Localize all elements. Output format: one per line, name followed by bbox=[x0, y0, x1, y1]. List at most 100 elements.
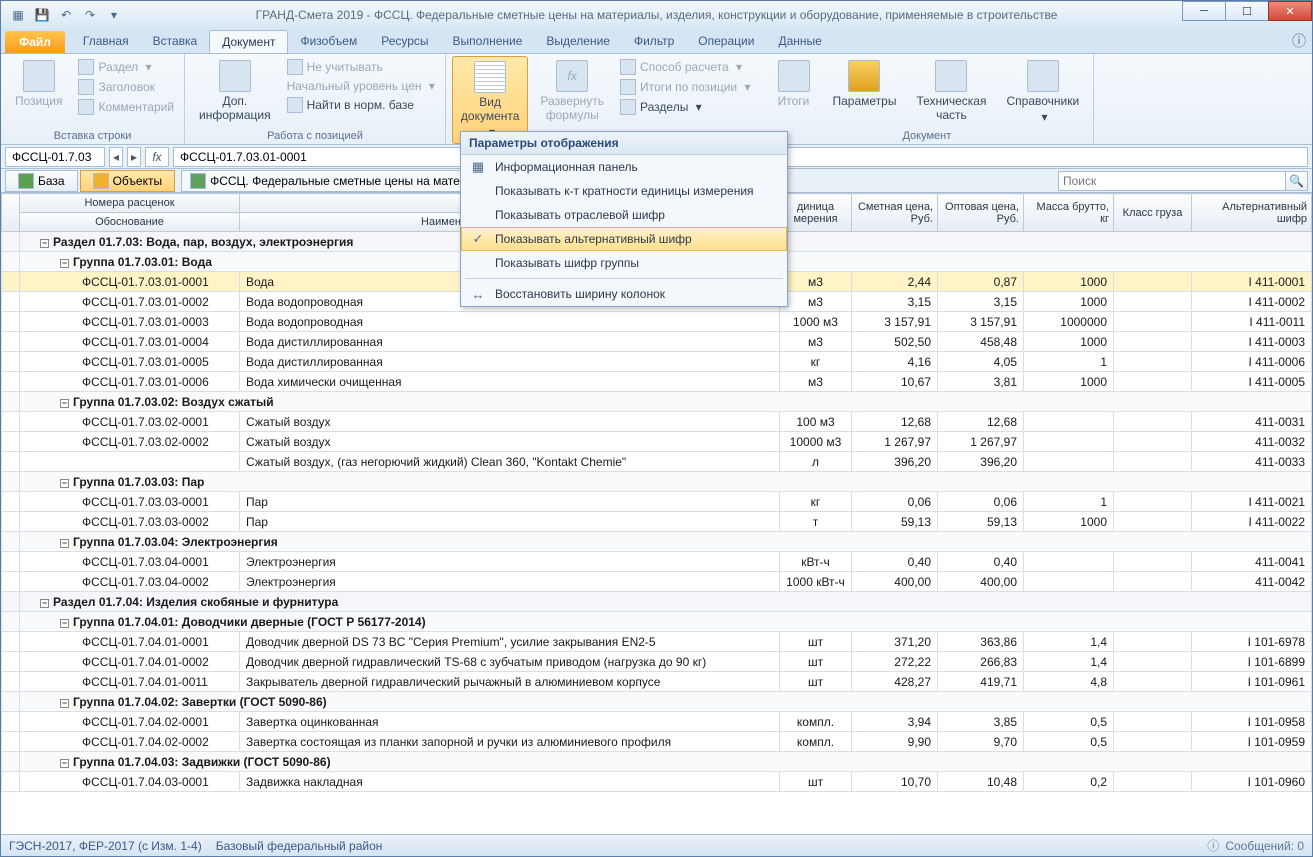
table-row[interactable]: −Группа 01.7.04.03: Задвижки (ГОСТ 5090-… bbox=[2, 752, 1312, 772]
col-unit[interactable]: диница мерения bbox=[780, 194, 852, 232]
dropdown-item[interactable]: Показывать отраслевой шифр bbox=[461, 203, 787, 227]
table-row[interactable]: −Группа 01.7.03.03: Пар bbox=[2, 472, 1312, 492]
collapse-icon[interactable]: − bbox=[40, 239, 49, 248]
table-row[interactable]: ФССЦ-01.7.03.01-0004Вода дистиллированна… bbox=[2, 332, 1312, 352]
tab-Данные[interactable]: Данные bbox=[766, 30, 833, 53]
references-button[interactable]: Справочники ▾ bbox=[998, 56, 1087, 128]
table-row[interactable]: −Группа 01.7.03.04: Электроэнергия bbox=[2, 532, 1312, 552]
dropdown-header: Параметры отображения bbox=[461, 132, 787, 155]
col-basis[interactable]: Обоснование bbox=[20, 213, 240, 232]
search-button[interactable]: 🔍 bbox=[1286, 171, 1308, 191]
maximize-button[interactable]: ☐ bbox=[1225, 1, 1269, 21]
dropdown-item[interactable]: ✓Показывать альтернативный шифр bbox=[461, 227, 787, 251]
table-row[interactable]: ФССЦ-01.7.03.02-0002Сжатый воздух10000 м… bbox=[2, 432, 1312, 452]
col-class[interactable]: Класс груза bbox=[1114, 194, 1192, 232]
tab-Ресурсы[interactable]: Ресурсы bbox=[369, 30, 440, 53]
formula-icon: fx bbox=[556, 60, 588, 92]
table-row[interactable]: −Группа 01.7.04.01: Доводчики дверные (Г… bbox=[2, 612, 1312, 632]
table-row[interactable]: ФССЦ-01.7.03.04-0001ЭлектроэнергиякВт-ч0… bbox=[2, 552, 1312, 572]
ribbon-tabs: Файл ГлавнаяВставкаДокументФизобъемРесур… bbox=[1, 29, 1312, 53]
close-button[interactable]: ✕ bbox=[1268, 1, 1312, 21]
extra-info-button[interactable]: Доп. информация bbox=[191, 56, 279, 126]
dropdown-item[interactable]: Показывать к-т кратности единицы измерен… bbox=[461, 179, 787, 203]
col-mass[interactable]: Масса брутто, кг bbox=[1024, 194, 1114, 232]
sections-button[interactable]: Разделы ▾ bbox=[616, 98, 754, 116]
tab-Операции[interactable]: Операции bbox=[686, 30, 766, 53]
file-tab[interactable]: Файл bbox=[5, 31, 65, 53]
quick-access-toolbar: ▦ 💾 ↶ ↷ ▾ bbox=[1, 4, 131, 26]
collapse-icon[interactable]: − bbox=[60, 699, 69, 708]
search-icon bbox=[287, 97, 303, 113]
tab-Выделение[interactable]: Выделение bbox=[534, 30, 622, 53]
fx-button[interactable]: fx bbox=[145, 147, 169, 167]
tab-Фильтр[interactable]: Фильтр bbox=[622, 30, 686, 53]
help-icon[interactable]: ⓘ bbox=[1292, 31, 1306, 51]
tab-Главная[interactable]: Главная bbox=[71, 30, 141, 53]
table-row[interactable]: −Раздел 01.7.04: Изделия скобяные и фурн… bbox=[2, 592, 1312, 612]
tech-part-button[interactable]: Техническая часть bbox=[908, 56, 994, 126]
table-row[interactable]: ФССЦ-01.7.03.01-0003Вода водопроводная10… bbox=[2, 312, 1312, 332]
collapse-icon[interactable]: − bbox=[60, 619, 69, 628]
blank-icon bbox=[469, 255, 487, 271]
table-row[interactable]: ФССЦ-01.7.03.02-0001Сжатый воздух100 м31… bbox=[2, 412, 1312, 432]
table-row[interactable]: ФССЦ-01.7.04.02-0001Завертка оцинкованна… bbox=[2, 712, 1312, 732]
tab-Вставка[interactable]: Вставка bbox=[141, 30, 210, 53]
table-row[interactable]: ФССЦ-01.7.04.03-0001Задвижка накладнаяшт… bbox=[2, 772, 1312, 792]
find-in-base-button[interactable]: Найти в норм. базе bbox=[283, 96, 439, 114]
table-row[interactable]: ФССЦ-01.7.04.01-0002Доводчик дверной гид… bbox=[2, 652, 1312, 672]
collapse-icon[interactable]: − bbox=[60, 759, 69, 768]
document-tab[interactable]: ФССЦ. Федеральные сметные цены на матери bbox=[181, 170, 482, 192]
minimize-button[interactable]: ─ bbox=[1182, 1, 1226, 21]
table-row[interactable]: −Группа 01.7.04.02: Завертки (ГОСТ 5090-… bbox=[2, 692, 1312, 712]
table-row[interactable]: ФССЦ-01.7.03.03-0001Паркг0,060,061I 411-… bbox=[2, 492, 1312, 512]
tab-Физобъем[interactable]: Физобъем bbox=[288, 30, 369, 53]
qat-redo-icon[interactable]: ↷ bbox=[79, 4, 101, 26]
col-alt[interactable]: Альтернативный шифр bbox=[1192, 194, 1312, 232]
table-row[interactable]: Сжатый воздух, (газ негорючий жидкий) Cl… bbox=[2, 452, 1312, 472]
tab-Документ[interactable]: Документ bbox=[209, 30, 288, 53]
position-totals-button: Итоги по позиции ▾ bbox=[616, 78, 754, 96]
collapse-icon[interactable]: − bbox=[60, 399, 69, 408]
tab-Выполнение[interactable]: Выполнение bbox=[441, 30, 535, 53]
table-row[interactable]: ФССЦ-01.7.03.01-0006Вода химически очище… bbox=[2, 372, 1312, 392]
qat-undo-icon[interactable]: ↶ bbox=[55, 4, 77, 26]
table-row[interactable]: ФССЦ-01.7.04.01-0001Доводчик дверной DS … bbox=[2, 632, 1312, 652]
collapse-icon[interactable]: − bbox=[60, 259, 69, 268]
expand-formulas-button: fx Развернуть формулы bbox=[532, 56, 612, 126]
db-icon bbox=[18, 173, 34, 189]
collapse-icon[interactable]: − bbox=[40, 599, 49, 608]
titlebar: ▦ 💾 ↶ ↷ ▾ ГРАНД-Смета 2019 - ФССЦ. Федер… bbox=[1, 1, 1312, 29]
tab-objects[interactable]: Объекты bbox=[80, 170, 176, 192]
table-row[interactable]: ФССЦ-01.7.03.04-0002Электроэнергия1000 к… bbox=[2, 572, 1312, 592]
table-row[interactable]: ФССЦ-01.7.03.03-0002Парт59,1359,131000I … bbox=[2, 512, 1312, 532]
dropdown-item[interactable]: ▦Информационная панель bbox=[461, 155, 787, 179]
table-row[interactable]: ФССЦ-01.7.04.02-0002Завертка состоящая и… bbox=[2, 732, 1312, 752]
qat-save-icon[interactable]: 💾 bbox=[31, 4, 53, 26]
cell-reference[interactable]: ФССЦ-01.7.03 bbox=[5, 147, 105, 167]
table-row[interactable]: ФССЦ-01.7.04.01-0011Закрыватель дверной … bbox=[2, 672, 1312, 692]
calc-method-button: Способ расчета ▾ bbox=[616, 58, 754, 76]
status-messages[interactable]: ⓘ Сообщений: 0 bbox=[1207, 837, 1304, 854]
table-row[interactable]: ФССЦ-01.7.03.01-0005Вода дистиллированна… bbox=[2, 352, 1312, 372]
dropdown-item[interactable]: ↔Восстановить ширину колонок bbox=[461, 282, 787, 306]
table-row[interactable]: −Группа 01.7.03.02: Воздух сжатый bbox=[2, 392, 1312, 412]
nav-next-icon[interactable]: ▸ bbox=[127, 147, 141, 167]
dropdown-item[interactable]: Показывать шифр группы bbox=[461, 251, 787, 275]
nav-prev-icon[interactable]: ◂ bbox=[109, 147, 123, 167]
search-input[interactable] bbox=[1058, 171, 1286, 191]
col-rownum[interactable] bbox=[2, 194, 20, 232]
check-icon: ✓ bbox=[469, 231, 487, 247]
blank-icon bbox=[469, 207, 487, 223]
collapse-icon[interactable]: − bbox=[60, 479, 69, 488]
position-button: Позиция bbox=[7, 56, 70, 112]
collapse-icon[interactable]: − bbox=[60, 539, 69, 548]
totals-button: Итоги bbox=[767, 56, 821, 112]
parameters-button[interactable]: Параметры bbox=[825, 56, 905, 112]
params-icon bbox=[848, 60, 880, 92]
col-price1[interactable]: Сметная цена, Руб. bbox=[852, 194, 938, 232]
tab-base[interactable]: База bbox=[5, 170, 78, 192]
comment-button: Комментарий bbox=[74, 98, 178, 116]
col-price2[interactable]: Оптовая цена, Руб. bbox=[938, 194, 1024, 232]
qat-dropdown-icon[interactable]: ▾ bbox=[103, 4, 125, 26]
col-codes[interactable]: Номера расценок bbox=[20, 194, 240, 213]
